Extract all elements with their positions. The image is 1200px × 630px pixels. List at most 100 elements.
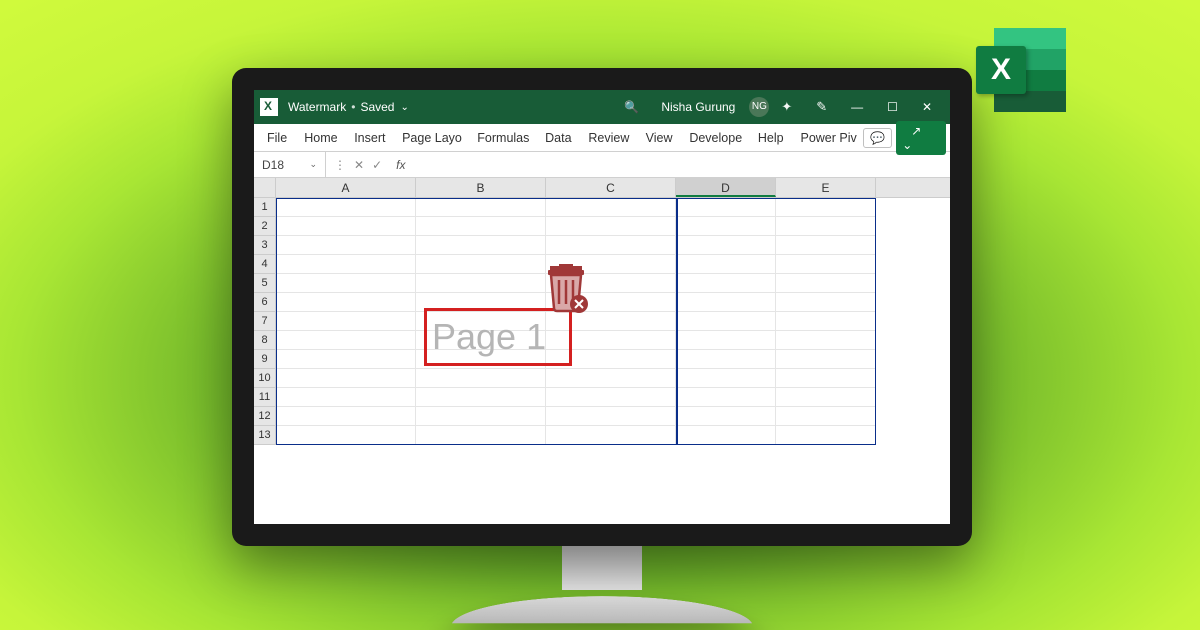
row-header-2[interactable]: 2: [254, 217, 276, 236]
tab-view[interactable]: View: [637, 131, 681, 145]
cell[interactable]: [416, 236, 546, 255]
cell[interactable]: [546, 198, 676, 217]
cell[interactable]: [546, 274, 676, 293]
cell[interactable]: [546, 217, 676, 236]
cell[interactable]: [776, 388, 876, 407]
tab-developer[interactable]: Develope: [680, 131, 749, 145]
pen-icon[interactable]: ✎: [804, 99, 839, 115]
cell[interactable]: [546, 293, 676, 312]
cell[interactable]: [776, 198, 876, 217]
cell[interactable]: [416, 217, 546, 236]
cell[interactable]: [416, 274, 546, 293]
col-header-d[interactable]: D: [676, 178, 776, 197]
cell[interactable]: [776, 331, 876, 350]
row-header-4[interactable]: 4: [254, 255, 276, 274]
cell[interactable]: [546, 255, 676, 274]
cell[interactable]: [416, 369, 546, 388]
col-header-b[interactable]: B: [416, 178, 546, 197]
spreadsheet-grid[interactable]: ABCDE 12345678910111213 Page 1: [254, 178, 950, 445]
cell[interactable]: [676, 426, 776, 445]
tab-power-pivot[interactable]: Power Piv: [791, 131, 863, 145]
cell[interactable]: [676, 198, 776, 217]
user-name[interactable]: Nisha Gurung: [653, 100, 743, 114]
cell[interactable]: [276, 388, 416, 407]
cell[interactable]: [776, 293, 876, 312]
cell[interactable]: [546, 236, 676, 255]
select-all-corner[interactable]: [254, 178, 276, 197]
tab-page-layout[interactable]: Page Layo: [393, 131, 468, 145]
cell[interactable]: [546, 312, 676, 331]
cell[interactable]: [676, 407, 776, 426]
cell[interactable]: [276, 312, 416, 331]
tab-file[interactable]: File: [258, 131, 295, 145]
cell[interactable]: [276, 293, 416, 312]
cell[interactable]: [276, 331, 416, 350]
cell[interactable]: [416, 388, 546, 407]
cell[interactable]: [276, 236, 416, 255]
chevron-down-icon[interactable]: ⌄: [400, 102, 408, 113]
row-header-5[interactable]: 5: [254, 274, 276, 293]
cell[interactable]: [546, 388, 676, 407]
col-header-a[interactable]: A: [276, 178, 416, 197]
row-header-7[interactable]: 7: [254, 312, 276, 331]
tab-home[interactable]: Home: [295, 131, 345, 145]
cell[interactable]: [276, 255, 416, 274]
cell[interactable]: [276, 198, 416, 217]
cell[interactable]: [546, 369, 676, 388]
name-box[interactable]: D18 ⌄: [254, 152, 326, 177]
name-box-dropdown-icon[interactable]: ⌄: [309, 159, 317, 170]
accept-icon[interactable]: ✓: [370, 158, 384, 172]
row-header-13[interactable]: 13: [254, 426, 276, 445]
row-header-11[interactable]: 11: [254, 388, 276, 407]
search-icon[interactable]: 🔍: [610, 100, 653, 114]
cell[interactable]: [776, 426, 876, 445]
diamond-icon[interactable]: ✦: [769, 99, 804, 115]
cell[interactable]: [546, 426, 676, 445]
cell[interactable]: [776, 274, 876, 293]
cell[interactable]: [546, 407, 676, 426]
row-header-10[interactable]: 10: [254, 369, 276, 388]
row-header-12[interactable]: 12: [254, 407, 276, 426]
cell[interactable]: [416, 312, 546, 331]
share-button[interactable]: ↗ ⌄: [896, 121, 946, 155]
cell[interactable]: [676, 369, 776, 388]
cell[interactable]: [416, 331, 546, 350]
cell[interactable]: [416, 407, 546, 426]
cell[interactable]: [546, 331, 676, 350]
user-avatar[interactable]: NG: [749, 97, 769, 117]
menu-icon[interactable]: ⋮: [332, 158, 348, 172]
cell[interactable]: [676, 331, 776, 350]
row-header-1[interactable]: 1: [254, 198, 276, 217]
cancel-icon[interactable]: ✕: [352, 158, 366, 172]
cell[interactable]: [676, 217, 776, 236]
cell[interactable]: [276, 407, 416, 426]
fx-label[interactable]: fx: [390, 158, 411, 172]
cell[interactable]: [276, 369, 416, 388]
close-button[interactable]: ✕: [910, 100, 944, 114]
cell[interactable]: [416, 293, 546, 312]
cell[interactable]: [276, 350, 416, 369]
tab-data[interactable]: Data: [536, 131, 579, 145]
cell[interactable]: [416, 198, 546, 217]
col-header-e[interactable]: E: [776, 178, 876, 197]
cell[interactable]: [416, 255, 546, 274]
cell[interactable]: [416, 426, 546, 445]
cell[interactable]: [546, 350, 676, 369]
row-header-3[interactable]: 3: [254, 236, 276, 255]
cell[interactable]: [416, 350, 546, 369]
col-header-c[interactable]: C: [546, 178, 676, 197]
cell[interactable]: [776, 369, 876, 388]
cell[interactable]: [776, 312, 876, 331]
tab-insert[interactable]: Insert: [345, 131, 393, 145]
cell[interactable]: [776, 407, 876, 426]
tab-formulas[interactable]: Formulas: [468, 131, 536, 145]
tab-help[interactable]: Help: [749, 131, 792, 145]
cell[interactable]: [776, 236, 876, 255]
cell[interactable]: [776, 217, 876, 236]
cell[interactable]: [676, 388, 776, 407]
comments-button[interactable]: 💬: [863, 128, 892, 148]
cell[interactable]: [676, 350, 776, 369]
minimize-button[interactable]: —: [839, 100, 875, 114]
cell[interactable]: [676, 255, 776, 274]
cell[interactable]: [276, 426, 416, 445]
